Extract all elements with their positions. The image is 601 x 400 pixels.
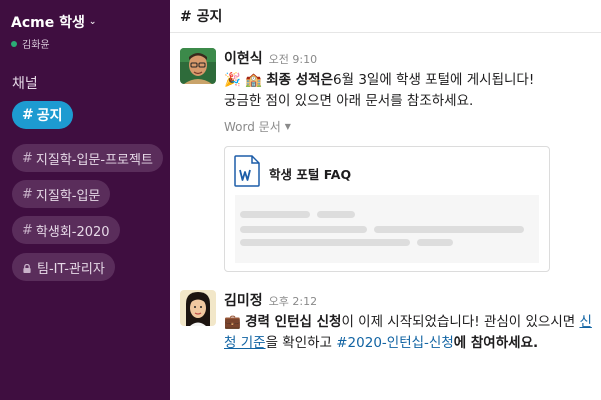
sidebar-channel-geology-intro-project[interactable]: # 지질학-입문-프로젝트: [12, 144, 163, 172]
avatar-woman-icon: [180, 290, 216, 326]
avatar-man-icon: [180, 48, 216, 84]
preview-line: [374, 226, 524, 233]
message-time[interactable]: 오전 9:10: [269, 51, 317, 67]
message-meta: 이현식 오전 9:10: [224, 48, 593, 68]
message-text: 🎉 🏫 최종 성적은6월 3일에 학생 포털에 게시됩니다! 궁금한 점이 있으…: [224, 70, 593, 112]
hash-icon: #: [22, 107, 34, 123]
message-text-mid: 이 이제 시작되었습니다! 관심이 있으시면: [341, 314, 580, 330]
channel-label: 팀-IT-관리자: [37, 261, 105, 277]
message-time[interactable]: 오후 2:12: [269, 293, 317, 309]
message-text-rest: 6월 3일에 학생 포털에 게시됩니다!: [333, 72, 535, 88]
message-bold-lead: 경력 인턴십 신청: [245, 314, 342, 330]
lock-icon: [23, 263, 31, 273]
message-bold-tail: 에 참여하세요.: [453, 335, 539, 351]
chevron-down-icon: ⌄: [88, 17, 97, 27]
message-bold-lead: 최종 성적은: [266, 72, 334, 88]
hash-icon: #: [22, 222, 33, 238]
emoji: 💼: [224, 314, 241, 330]
message-author[interactable]: 김미정: [224, 290, 263, 310]
channel-label: 공지: [36, 108, 63, 124]
sidebar-channel-student-council[interactable]: # 학생회-2020: [12, 216, 120, 244]
message-line2: 궁금한 점이 있으면 아래 문서를 참조하세요.: [224, 93, 474, 109]
preview-line: [317, 211, 355, 218]
sidebar-channel-announcements[interactable]: # 공지: [12, 101, 73, 129]
sidebar-channel-team-it-admin[interactable]: 팀-IT-관리자: [12, 253, 115, 281]
current-user: 김화윤: [11, 36, 164, 51]
word-document-icon: [234, 155, 260, 187]
channel-label: 지질학-입문-프로젝트: [35, 152, 153, 168]
preview-line: [417, 239, 453, 246]
channel-label: 지질학-입문: [35, 188, 101, 204]
attachment-type: Word 문서: [224, 120, 281, 134]
avatar[interactable]: [180, 290, 216, 326]
emoji: 🎉 🏫: [224, 72, 262, 88]
message-text-after-link: 을 확인하고: [265, 335, 337, 351]
channel-header[interactable]: # 공지: [170, 0, 601, 33]
message: 김미정 오후 2:12 💼 경력 인턴십 신청이 이제 시작되었습니다! 관심이…: [180, 290, 593, 400]
message-author[interactable]: 이현식: [224, 48, 263, 68]
hash-icon: #: [22, 186, 33, 202]
hash-icon: #: [22, 150, 33, 166]
caret-down-icon: ▼: [284, 122, 291, 131]
preview-line: [240, 211, 310, 218]
message: 이현식 오전 9:10 🎉 🏫 최종 성적은6월 3일에 학생 포털에 게시됩니…: [180, 48, 593, 278]
message-body: 이현식 오전 9:10 🎉 🏫 최종 성적은6월 3일에 학생 포털에 게시됩니…: [224, 48, 593, 272]
channel-link[interactable]: #2020-인턴십-신청: [336, 335, 454, 351]
preview-line: [240, 239, 410, 246]
sidebar-channel-geology-intro[interactable]: # 지질학-입문: [12, 180, 111, 208]
document-preview: [235, 195, 539, 263]
workspace-name: Acme 학생: [11, 15, 85, 31]
message-text: 💼 경력 인턴십 신청이 이제 시작되었습니다! 관심이 있으시면 신청 기준을…: [224, 312, 593, 354]
message-body: 김미정 오후 2:12 💼 경력 인턴십 신청이 이제 시작되었습니다! 관심이…: [224, 290, 593, 354]
file-title: 학생 포털 FAQ: [269, 167, 352, 182]
workspace-header[interactable]: Acme 학생 ⌄ 김화윤: [11, 12, 164, 51]
avatar[interactable]: [180, 48, 216, 84]
preview-line: [240, 226, 367, 233]
channels-section-label: 채널: [12, 76, 38, 92]
sidebar: Acme 학생 ⌄ 김화윤 채널 # 공지 # 지질학-입문-프로젝트 # 지질…: [0, 0, 170, 400]
message-meta: 김미정 오후 2:12: [224, 290, 593, 310]
channel-label: 학생회-2020: [35, 224, 110, 240]
workspace-name-row[interactable]: Acme 학생 ⌄: [11, 12, 164, 32]
current-user-name: 김화윤: [22, 40, 50, 51]
channel-title: # 공지: [180, 9, 223, 25]
online-status-icon: [11, 40, 17, 47]
main-pane: # 공지 이현식 오전 9:10 🎉 🏫 최종 성적은6월 3일에 학생 포털에…: [170, 0, 601, 400]
file-attachment-card[interactable]: 학생 포털 FAQ: [224, 146, 550, 272]
attachment-label[interactable]: Word 문서 ▼: [224, 118, 593, 135]
